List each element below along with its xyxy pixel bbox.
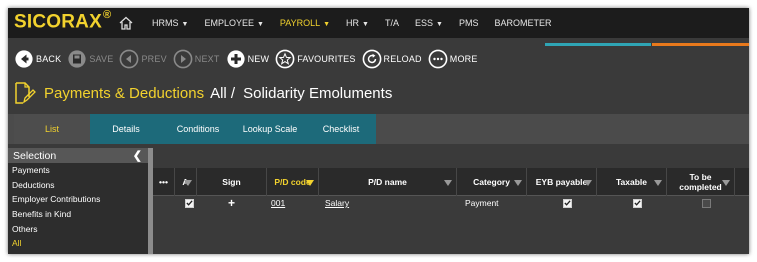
filter-icon[interactable] bbox=[722, 180, 730, 186]
prev-button[interactable]: PREV bbox=[119, 49, 167, 69]
selection-sidebar: Selection ❮ Payments Deductions Employer… bbox=[8, 148, 148, 254]
nav-item-hr[interactable]: HR ▼ bbox=[346, 18, 369, 28]
sign-cell: + bbox=[228, 196, 236, 210]
sidebar-title: Selection bbox=[13, 149, 57, 162]
column-header-a[interactable]: A bbox=[175, 168, 197, 196]
chevron-down-icon: ▼ bbox=[323, 21, 331, 28]
column-header-taxable[interactable]: Taxable bbox=[597, 168, 667, 196]
new-button[interactable]: NEW bbox=[226, 49, 270, 69]
checkbox-eyb-payable[interactable] bbox=[563, 198, 572, 208]
back-icon bbox=[15, 50, 33, 68]
page-title-row: Payments & Deductions All / Solidarity E… bbox=[14, 82, 392, 104]
next-button[interactable]: NEXT bbox=[173, 49, 220, 69]
tab-lookup-scale[interactable]: Lookup Scale bbox=[234, 114, 306, 144]
chevron-down-icon: ▼ bbox=[256, 21, 264, 28]
page-title: Payments & Deductions bbox=[44, 84, 205, 102]
nav-item-hrms[interactable]: HRMS ▼ bbox=[152, 18, 188, 28]
next-label: NEXT bbox=[194, 54, 220, 64]
star-icon bbox=[275, 49, 295, 69]
to-be-completed-checkbox[interactable] bbox=[702, 196, 711, 210]
pd-name-link[interactable]: Salary bbox=[325, 196, 349, 210]
reload-label: RELOAD bbox=[383, 54, 422, 64]
top-nav: SICORAX® HRMS ▼ EMPLOYEE ▼ PAYROLL ▼ HR ▼ T/A ESS… bbox=[8, 8, 749, 38]
reload-button[interactable]: RELOAD bbox=[362, 49, 422, 69]
chevron-down-icon: ▼ bbox=[362, 21, 369, 28]
column-header-sign[interactable]: Sign bbox=[197, 168, 267, 196]
active-checkbox[interactable] bbox=[185, 196, 194, 210]
nav-item-barometer[interactable]: BAROMETER bbox=[494, 18, 551, 28]
sidebar-item-payments[interactable]: Payments bbox=[8, 163, 148, 178]
page-subtitle: Solidarity Emoluments bbox=[243, 84, 393, 102]
nav-item-t-a[interactable]: T/A bbox=[385, 18, 399, 28]
tab-checklist[interactable]: Checklist bbox=[306, 114, 376, 144]
filter-icon[interactable] bbox=[514, 180, 522, 186]
accent-bar-orange bbox=[652, 43, 749, 46]
checkbox-a[interactable] bbox=[185, 198, 194, 208]
column-header-pd-code[interactable]: P/D code bbox=[267, 168, 319, 196]
plus-icon bbox=[226, 50, 245, 68]
checkbox-taxable[interactable] bbox=[633, 198, 642, 208]
breadcrumb-all[interactable]: All / bbox=[210, 85, 235, 102]
save-button[interactable]: SAVE bbox=[67, 49, 113, 69]
app-logo[interactable]: SICORAX® bbox=[14, 9, 111, 33]
chevron-down-icon: ▼ bbox=[436, 21, 443, 28]
more-icon bbox=[428, 49, 448, 69]
tab-bar: List Details Conditions Lookup Scale Che… bbox=[8, 114, 749, 144]
tab-list[interactable]: List bbox=[14, 114, 90, 144]
save-label: SAVE bbox=[89, 54, 114, 64]
tab-details[interactable]: Details bbox=[90, 114, 162, 144]
home-icon[interactable] bbox=[118, 15, 134, 31]
table-row[interactable]: + 001 Salary Payment bbox=[153, 196, 749, 210]
prev-icon bbox=[120, 49, 139, 69]
sidebar-item-all[interactable]: All bbox=[8, 236, 148, 251]
grid-header: ••• A Sign P/D code P/D name Category EY… bbox=[153, 168, 749, 196]
more-label: MORE bbox=[449, 54, 478, 64]
sidebar-item-deductions[interactable]: Deductions bbox=[8, 178, 148, 193]
filter-icon[interactable] bbox=[184, 180, 192, 186]
more-button[interactable]: MORE bbox=[428, 49, 478, 69]
sidebar-header: Selection ❮ bbox=[8, 148, 148, 163]
pd-grid: ••• A Sign P/D code P/D name Category EY… bbox=[153, 168, 749, 210]
column-header-to-be-completed[interactable]: To be completed bbox=[667, 168, 735, 196]
main-menu: HRMS ▼ EMPLOYEE ▼ PAYROLL ▼ HR ▼ T/A ESS ▼ PMS BAROM… bbox=[152, 8, 567, 38]
eyb-payable-checkbox[interactable] bbox=[563, 196, 572, 210]
nav-item-pms[interactable]: PMS bbox=[459, 18, 479, 28]
back-button[interactable]: BACK bbox=[14, 49, 61, 69]
nav-item-payroll[interactable]: PAYROLL ▼ bbox=[280, 18, 330, 28]
document-edit-icon bbox=[15, 82, 36, 104]
app-window: SICORAX® HRMS ▼ EMPLOYEE ▼ PAYROLL ▼ HR ▼ T/A ESS… bbox=[8, 8, 749, 254]
filter-icon[interactable] bbox=[306, 180, 314, 186]
taxable-checkbox[interactable] bbox=[633, 196, 642, 210]
favourites-label: FAVOURITES bbox=[297, 54, 356, 64]
filter-icon[interactable] bbox=[584, 180, 592, 186]
reload-icon bbox=[362, 49, 381, 69]
column-header-category[interactable]: Category bbox=[457, 168, 527, 196]
sidebar-item-others[interactable]: Others bbox=[8, 221, 148, 236]
sidebar-item-benefits-in-kind[interactable]: Benefits in Kind bbox=[8, 207, 148, 222]
collapse-chevron-icon[interactable]: ❮ bbox=[133, 149, 142, 162]
nav-item-ess[interactable]: ESS ▼ bbox=[415, 18, 443, 28]
nav-item-employee[interactable]: EMPLOYEE ▼ bbox=[204, 18, 263, 28]
chevron-down-icon: ▼ bbox=[181, 21, 189, 28]
pd-code-link[interactable]: 001 bbox=[271, 196, 285, 210]
back-label: BACK bbox=[36, 54, 62, 64]
sidebar-item-employer-contributions[interactable]: Employer Contributions bbox=[8, 192, 148, 207]
next-icon bbox=[173, 49, 193, 69]
category-cell: Payment bbox=[465, 198, 499, 208]
filter-icon[interactable] bbox=[444, 180, 452, 186]
toolbar: BACK SAVE PREV NEXT NEW FAVOURITES RELOA… bbox=[14, 48, 484, 70]
tab-conditions[interactable]: Conditions bbox=[162, 114, 234, 144]
favourites-button[interactable]: FAVOURITES bbox=[275, 49, 355, 69]
prev-label: PREV bbox=[141, 54, 167, 64]
new-label: NEW bbox=[247, 54, 270, 64]
accent-bar-teal bbox=[545, 43, 651, 46]
column-menu-icon[interactable]: ••• bbox=[153, 168, 175, 196]
column-header-pd-name[interactable]: P/D name bbox=[319, 168, 457, 196]
column-header-eyb-payable[interactable]: EYB payable bbox=[527, 168, 597, 196]
save-icon bbox=[68, 50, 86, 68]
filter-icon[interactable] bbox=[654, 180, 662, 186]
checkbox-to-be-completed[interactable] bbox=[702, 198, 711, 208]
